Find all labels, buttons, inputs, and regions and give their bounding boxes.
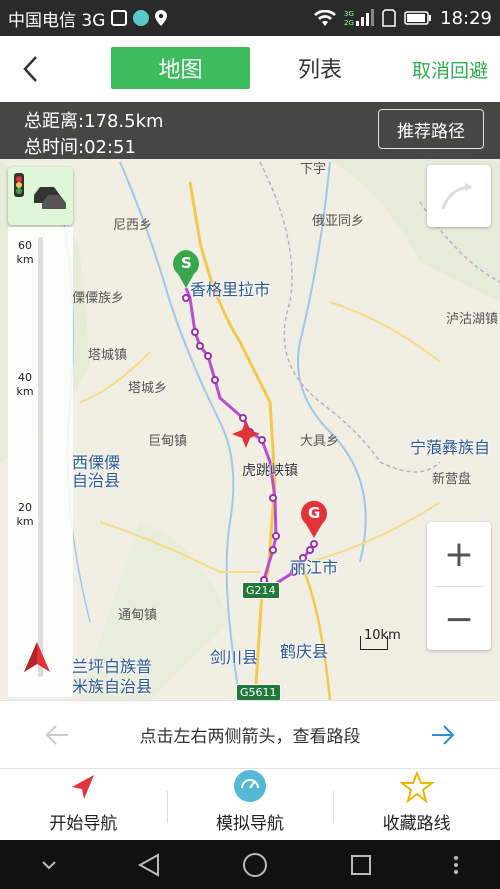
recents-square-icon[interactable] [350,854,372,876]
battery-icon [404,11,432,25]
map-background [0,102,500,700]
map-label-shangri-la: 香格里拉市 [190,280,271,299]
map-label-judian: 巨甸镇 [148,434,188,449]
total-distance: 总距离:178.5km [24,111,164,132]
map-label-luguhu: 泸沽湖镇 [446,312,499,327]
zoom-in-button[interactable]: + [427,522,491,586]
road-shield-g5611: G5611 [236,684,281,700]
location-icon [155,10,168,26]
route-info-bar: 总距离:178.5km 总时间:02:51 推荐路径 [0,102,500,159]
chevron-left-icon [23,56,37,82]
recommend-route-button[interactable]: 推荐路径 [378,109,484,149]
scale-mark-60: 60 km [16,239,34,266]
system-nav-bar [0,840,500,889]
road-shield-g214: G214 [242,582,280,599]
next-segment-arrow-icon[interactable] [430,723,456,747]
scale-bar-label: 10km [364,628,401,643]
map-view[interactable]: S G 香格里拉市 丽江市 剑川县 鹤庆县 尼西乡 傈僳族乡 塔城镇 塔城乡 巨… [0,102,500,700]
total-time: 总时间:02:51 [24,137,136,158]
back-triangle-icon[interactable] [138,852,160,877]
road-perspective-icon [441,183,473,210]
map-label-jianchuan: 剑川县 [210,648,259,667]
carrier-label: 中国电信 3G [8,10,106,31]
simulate-navigation-label: 模拟导航 [216,814,284,834]
map-label-lijiang: 丽江市 [290,558,339,577]
compass-icon[interactable] [22,642,52,674]
svg-text:3G: 3G [344,10,354,18]
top-bar: 地图 列表 取消回避 [0,36,500,102]
back-button[interactable] [0,36,60,102]
simulate-navigation-button[interactable]: 模拟导航 [166,769,334,840]
app-notification-icon [133,10,150,26]
cancel-avoid-button[interactable]: 取消回避 [412,56,488,83]
map-label-weixi: 西傈僳 自治县 [72,453,121,490]
map-scale-bar: 10km [360,628,401,650]
traffic-icon [14,173,66,209]
segment-navigator: 点击左右两侧箭头，查看路段 [0,700,500,768]
map-label-daju: 大具乡 [300,434,340,449]
map-label-xinying: 新营盘 [432,472,472,487]
tab-list[interactable]: 列表 [250,47,390,89]
chevron-down-icon[interactable] [41,860,57,870]
map-label-lisu: 傈僳族乡 [72,291,125,306]
map-label-tongdian: 通甸镇 [118,608,158,623]
clock: 18:29 [440,7,492,29]
map-label-tacheng-xiang: 塔城乡 [128,381,168,396]
zoom-out-button[interactable]: − [427,587,491,651]
more-vertical-icon[interactable] [453,855,459,875]
signal-icon: 3G2G [344,9,375,27]
start-navigation-button[interactable]: 开始导航 [0,769,167,840]
previous-segment-arrow-icon[interactable] [44,723,70,747]
map-label-heqing: 鹤庆县 [280,642,329,661]
map-label-hutiao: 虎跳峡镇 [242,463,298,479]
map-label-tacheng-town: 塔城镇 [88,348,128,363]
end-pin-label: G [308,504,321,522]
tab-map[interactable]: 地图 [111,47,250,89]
zoom-controls: + − [427,522,491,650]
start-navigation-label: 开始导航 [49,814,118,834]
traffic-toggle-button[interactable] [8,167,73,225]
favorite-route-label: 收藏路线 [382,814,451,834]
home-circle-icon[interactable] [242,852,268,878]
map-label-lanping: 兰坪白族普 米族自治县 [72,657,153,696]
scale-mark-20: 20 km [16,501,34,528]
navigation-arrow-icon [72,775,95,799]
scale-mark-40: 40 km [16,371,34,398]
start-pin-label: S [181,254,192,272]
map-label-nixi: 尼西乡 [113,218,153,233]
map-label-eya: 俄亚同乡 [312,214,365,229]
action-bar: 开始导航 模拟导航 收藏路线 [0,768,500,840]
map-label-xiayu: 下宇 [300,162,327,177]
zoom-scale-strip[interactable]: 60 km 40 km 20 km [8,227,73,697]
favorite-route-button[interactable]: 收藏路线 [333,769,500,840]
speedometer-icon [234,770,266,802]
star-icon [399,771,434,803]
segment-hint: 点击左右两侧箭头，查看路段 [139,727,361,747]
sim-icon [382,9,396,27]
wifi-icon [314,10,337,26]
map-label-ninglang: 宁蒗彝族自 [410,438,491,457]
status-bar: 中国电信 3G 3G 2G 18:29 [0,0,500,36]
svg-text:2G: 2G [344,19,354,27]
image-icon [111,10,128,26]
map-tilt-button[interactable] [427,165,491,227]
